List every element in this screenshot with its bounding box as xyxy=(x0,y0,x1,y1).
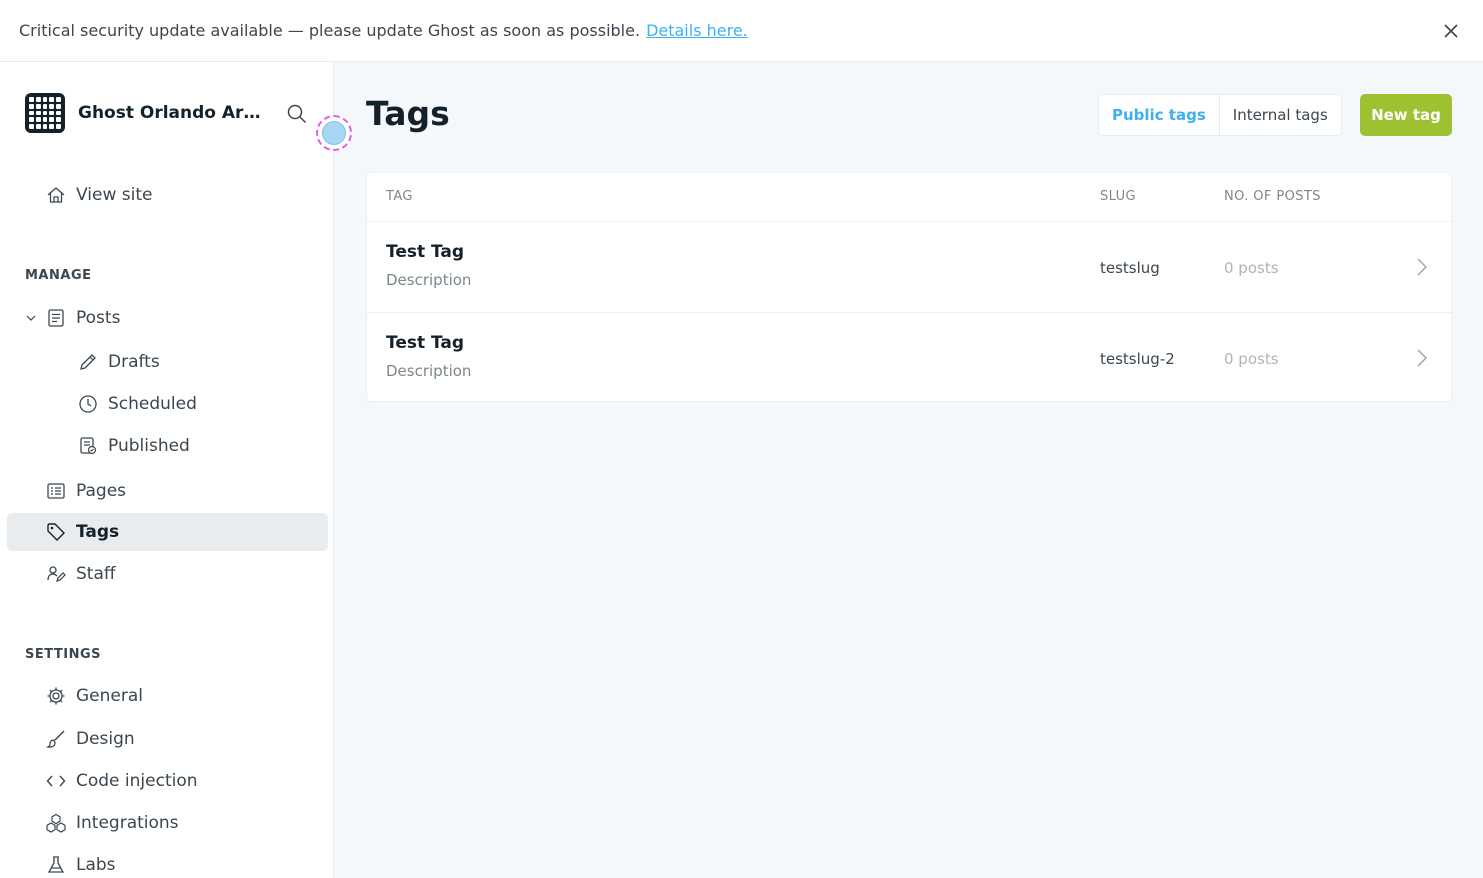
tag-description: Description xyxy=(386,362,472,380)
chevron-right-icon xyxy=(1413,255,1431,279)
staff-icon xyxy=(45,563,67,585)
clock-icon xyxy=(77,393,99,415)
nav-view-site[interactable]: View site xyxy=(7,176,328,214)
nav-posts[interactable]: Posts xyxy=(7,299,328,337)
site-logo xyxy=(25,93,65,133)
tag-name: Test Tag xyxy=(386,242,465,262)
tag-description: Description xyxy=(386,271,472,289)
nav-code-injection-label: Code injection xyxy=(76,771,198,791)
site-title: Ghost Orlando Arnold Blog xyxy=(78,103,270,123)
nav-tags[interactable]: Tags xyxy=(7,513,328,551)
brush-icon xyxy=(45,728,67,750)
tab-public-tags[interactable]: Public tags xyxy=(1099,95,1220,135)
tab-internal-tags[interactable]: Internal tags xyxy=(1220,95,1341,135)
search-icon[interactable] xyxy=(286,103,308,125)
tag-slug: testslug-2 xyxy=(1100,350,1175,368)
gear-icon xyxy=(45,685,67,707)
nav-drafts[interactable]: Drafts xyxy=(7,343,328,381)
tag-type-toggle: Public tags Internal tags xyxy=(1098,94,1342,136)
column-header-posts: NO. OF POSTS xyxy=(1224,189,1321,204)
table-row[interactable]: Test Tag Description testslug-2 0 posts xyxy=(367,312,1451,403)
nav-staff-label: Staff xyxy=(76,564,116,584)
chevron-down-icon[interactable] xyxy=(24,311,38,325)
nav-labs-label: Labs xyxy=(76,855,116,875)
nav-general-label: General xyxy=(76,686,143,706)
column-header-slug: SLUG xyxy=(1100,189,1137,204)
page-title: Tags xyxy=(366,94,450,133)
nav-design-label: Design xyxy=(76,729,135,749)
nav-drafts-label: Drafts xyxy=(108,352,160,372)
nav-posts-label: Posts xyxy=(76,308,121,328)
home-icon xyxy=(45,184,67,206)
sidebar: Ghost Orlando Arnold Blog View site MANA… xyxy=(0,62,334,878)
tag-post-count: 0 posts xyxy=(1224,259,1279,277)
tag-slug: testslug xyxy=(1100,259,1160,277)
pencil-icon xyxy=(77,351,99,373)
chevron-right-icon xyxy=(1413,346,1431,370)
close-icon[interactable] xyxy=(1441,21,1461,41)
nav-tags-label: Tags xyxy=(76,522,120,542)
alert-details-link[interactable]: Details here. xyxy=(646,21,748,40)
alert-message: Critical security update available — ple… xyxy=(19,21,641,40)
new-tag-button[interactable]: New tag xyxy=(1360,94,1452,136)
tag-icon xyxy=(45,521,67,543)
posts-icon xyxy=(45,307,67,329)
security-alert-banner: Critical security update available — ple… xyxy=(0,0,1483,62)
nav-pages-label: Pages xyxy=(76,481,127,501)
tags-table: TAG SLUG NO. OF POSTS Test Tag Descripti… xyxy=(366,172,1452,402)
flask-icon xyxy=(45,854,67,876)
nav-scheduled-label: Scheduled xyxy=(108,394,197,414)
nav-labs[interactable]: Labs xyxy=(7,846,328,878)
nav-scheduled[interactable]: Scheduled xyxy=(7,385,328,423)
tag-name: Test Tag xyxy=(386,333,465,353)
tag-post-count: 0 posts xyxy=(1224,350,1279,368)
nav-general[interactable]: General xyxy=(7,677,328,715)
settings-section-label: SETTINGS xyxy=(25,647,102,662)
nav-published-label: Published xyxy=(108,436,190,456)
column-header-tag: TAG xyxy=(386,189,413,204)
nav-integrations-label: Integrations xyxy=(76,813,179,833)
globe-icon[interactable] xyxy=(316,115,352,151)
nav-design[interactable]: Design xyxy=(7,720,328,758)
nav-pages[interactable]: Pages xyxy=(7,472,328,510)
code-icon xyxy=(45,770,67,792)
nav-integrations[interactable]: Integrations xyxy=(7,804,328,842)
integrations-icon xyxy=(45,812,67,834)
table-row[interactable]: Test Tag Description testslug 0 posts xyxy=(367,221,1451,312)
manage-section-label: MANAGE xyxy=(25,268,92,283)
nav-staff[interactable]: Staff xyxy=(7,555,328,593)
nav-view-site-label: View site xyxy=(76,185,153,205)
nav-published[interactable]: Published xyxy=(7,427,328,465)
nav-code-injection[interactable]: Code injection xyxy=(7,762,328,800)
site-brand[interactable]: Ghost Orlando Arnold Blog xyxy=(25,93,270,133)
published-icon xyxy=(77,435,99,457)
pages-icon xyxy=(45,480,67,502)
